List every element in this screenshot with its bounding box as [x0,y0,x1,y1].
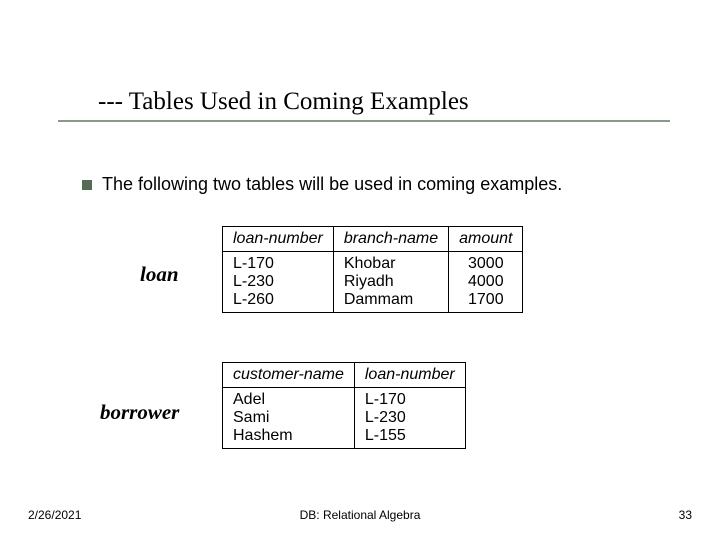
col-header: customer-name [223,363,355,388]
cell: 3000 4000 1700 [449,252,523,313]
cell-line: Sami [233,409,344,427]
cell-line: Riyadh [344,273,438,291]
bullet-icon [82,180,92,190]
borrower-table-label: borrower [100,400,179,425]
col-header: loan-number [354,363,465,388]
cell-line: 4000 [459,273,512,291]
cell-line: Adel [233,391,344,409]
cell: Adel Sami Hashem [223,388,355,449]
cell-line: Hashem [233,427,344,445]
table-header-row: customer-name loan-number [223,363,466,388]
cell-line: Dammam [344,291,438,309]
cell-line: 3000 [459,255,512,273]
title-underline [58,120,670,122]
cell: L-170 L-230 L-260 [223,252,334,313]
slide-title: --- Tables Used in Coming Examples [98,88,670,116]
col-header: loan-number [223,227,334,252]
bullet-text: The following two tables will be used in… [102,174,562,195]
cell-line: L-230 [365,409,455,427]
table-row: Adel Sami Hashem L-170 L-230 L-155 [223,388,466,449]
footer: 2/26/2021 DB: Relational Algebra 33 [0,508,720,522]
table-header-row: loan-number branch-name amount [223,227,523,252]
cell-line: L-170 [233,255,323,273]
cell: Khobar Riyadh Dammam [333,252,448,313]
footer-title: DB: Relational Algebra [0,508,720,522]
table-row: L-170 L-230 L-260 Khobar Riyadh Dammam 3… [223,252,523,313]
cell-line: Khobar [344,255,438,273]
col-header: amount [449,227,523,252]
loan-table-label: loan [140,262,179,287]
loan-table: loan-number branch-name amount L-170 L-2… [222,226,523,313]
cell-line: L-230 [233,273,323,291]
borrower-table: customer-name loan-number Adel Sami Hash… [222,362,466,449]
cell-line: 1700 [459,291,512,309]
col-header: branch-name [333,227,448,252]
cell-line: L-155 [365,427,455,445]
cell-line: L-260 [233,291,323,309]
cell-line: L-170 [365,391,455,409]
cell: L-170 L-230 L-155 [354,388,465,449]
